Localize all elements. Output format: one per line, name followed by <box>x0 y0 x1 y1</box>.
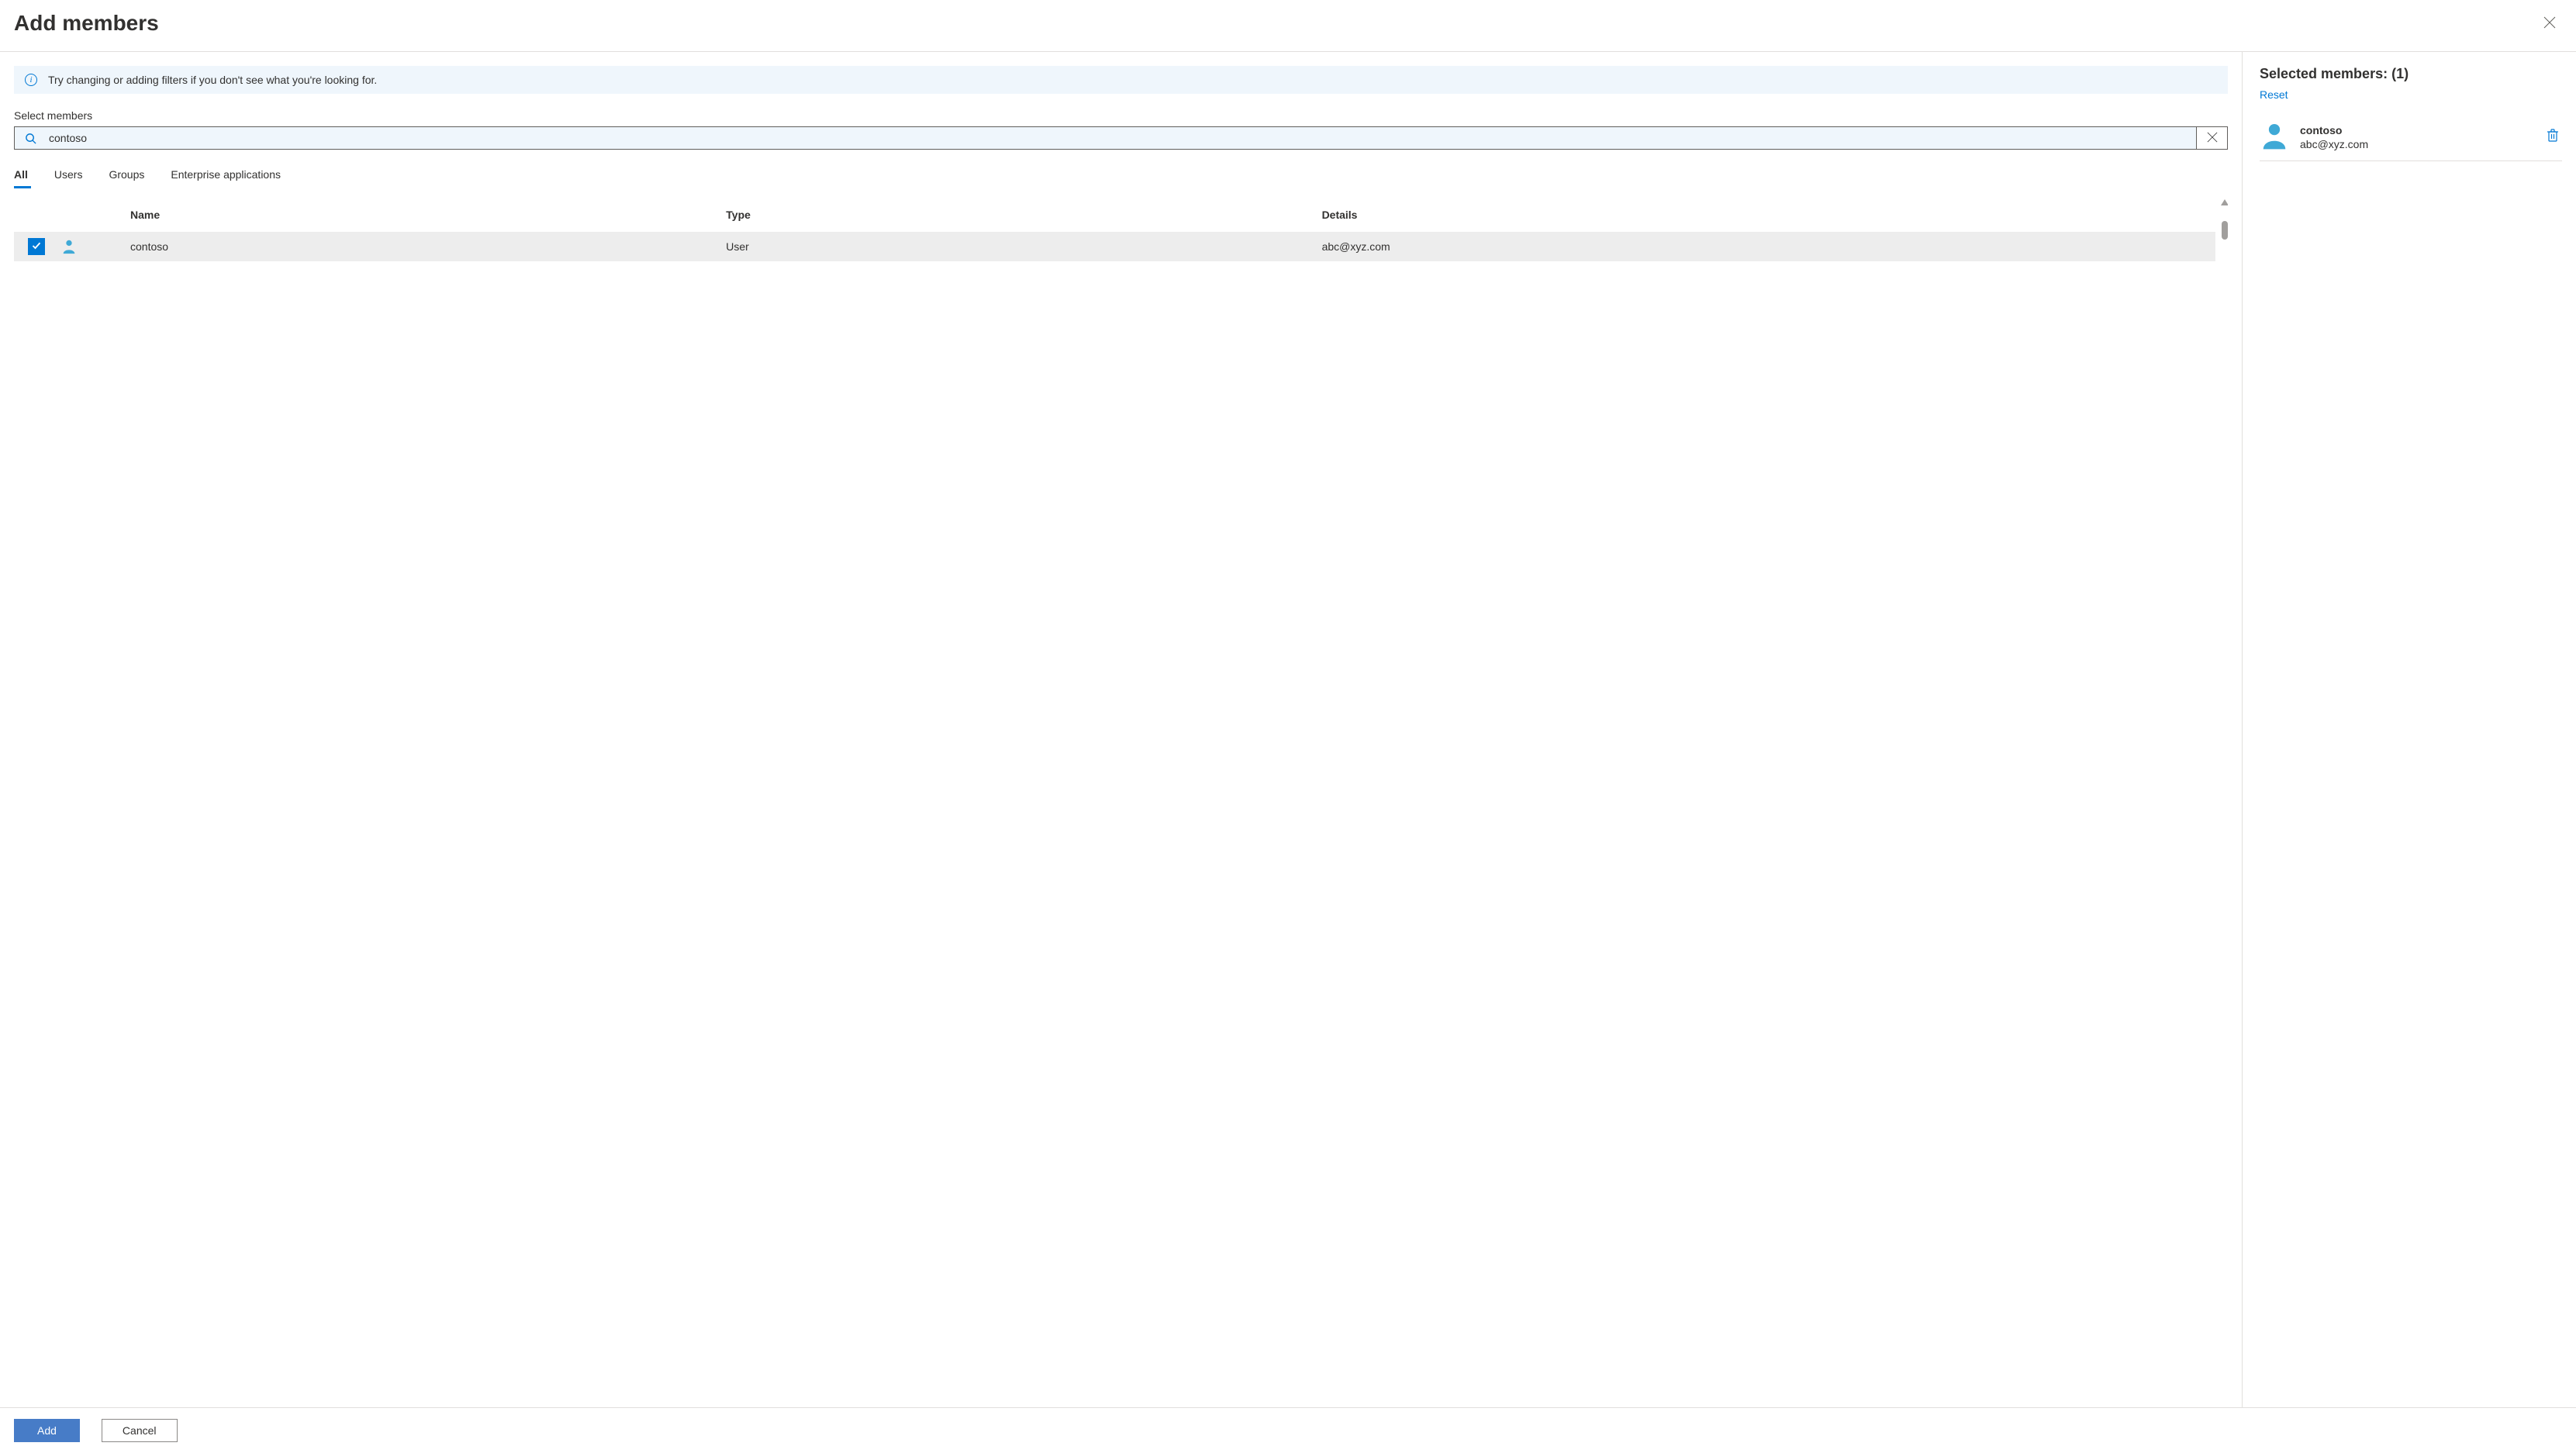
tab-groups[interactable]: Groups <box>109 168 144 187</box>
info-banner: i Try changing or adding filters if you … <box>14 66 2228 94</box>
row-checkbox-cell <box>14 238 60 255</box>
col-details: Details <box>1322 209 2215 221</box>
search-field <box>14 126 2228 150</box>
add-members-panel: Add members i Try changing or adding fil… <box>0 0 2576 1453</box>
right-pane: Selected members: (1) Reset contoso abc@… <box>2243 52 2576 1407</box>
selected-item-name: contoso <box>2300 124 2533 136</box>
reset-link[interactable]: Reset <box>2260 88 2562 101</box>
clear-icon <box>2207 132 2218 145</box>
search-label: Select members <box>14 109 2228 122</box>
remove-selected-button[interactable] <box>2543 126 2562 148</box>
result-tabs: All Users Groups Enterprise applications <box>14 168 2228 187</box>
info-banner-text: Try changing or adding filters if you do… <box>48 74 377 86</box>
scroll-up-arrow-icon[interactable] <box>2221 199 2228 205</box>
results-header-row: Name Type Details <box>14 199 2215 232</box>
panel-title: Add members <box>14 11 159 36</box>
selected-item-text: contoso abc@xyz.com <box>2300 124 2533 150</box>
panel-body: i Try changing or adding filters if you … <box>0 52 2576 1407</box>
row-checkbox[interactable] <box>28 238 45 255</box>
row-details: abc@xyz.com <box>1322 240 2215 253</box>
cancel-button[interactable]: Cancel <box>102 1419 178 1442</box>
user-avatar-icon <box>60 238 78 255</box>
selected-members-title: Selected members: (1) <box>2260 66 2562 82</box>
selected-list: contoso abc@xyz.com <box>2260 118 2562 161</box>
add-button[interactable]: Add <box>14 1419 80 1442</box>
result-row[interactable]: contoso User abc@xyz.com <box>14 232 2215 261</box>
tab-all[interactable]: All <box>14 168 28 187</box>
results-area: Name Type Details <box>14 199 2228 1407</box>
panel-footer: Add Cancel <box>0 1407 2576 1453</box>
user-avatar-icon <box>2260 121 2289 153</box>
row-name: contoso <box>130 240 726 253</box>
left-pane: i Try changing or adding filters if you … <box>0 52 2243 1407</box>
col-name: Name <box>130 209 726 221</box>
results-scroll[interactable]: Name Type Details <box>14 199 2228 1407</box>
selected-item-detail: abc@xyz.com <box>2300 138 2533 150</box>
close-icon <box>2543 16 2556 31</box>
info-icon: i <box>25 74 37 86</box>
close-button[interactable] <box>2539 12 2560 36</box>
tab-users[interactable]: Users <box>54 168 83 187</box>
search-icon <box>15 127 46 149</box>
search-clear-button[interactable] <box>2196 127 2227 149</box>
check-icon <box>32 240 41 253</box>
panel-header: Add members <box>0 0 2576 51</box>
trash-icon <box>2547 133 2559 145</box>
search-input[interactable] <box>46 127 2196 149</box>
row-type: User <box>726 240 1321 253</box>
col-type: Type <box>726 209 1321 221</box>
selected-item: contoso abc@xyz.com <box>2260 118 2562 161</box>
scrollbar-thumb[interactable] <box>2222 221 2228 240</box>
tab-enterprise-apps[interactable]: Enterprise applications <box>171 168 281 187</box>
